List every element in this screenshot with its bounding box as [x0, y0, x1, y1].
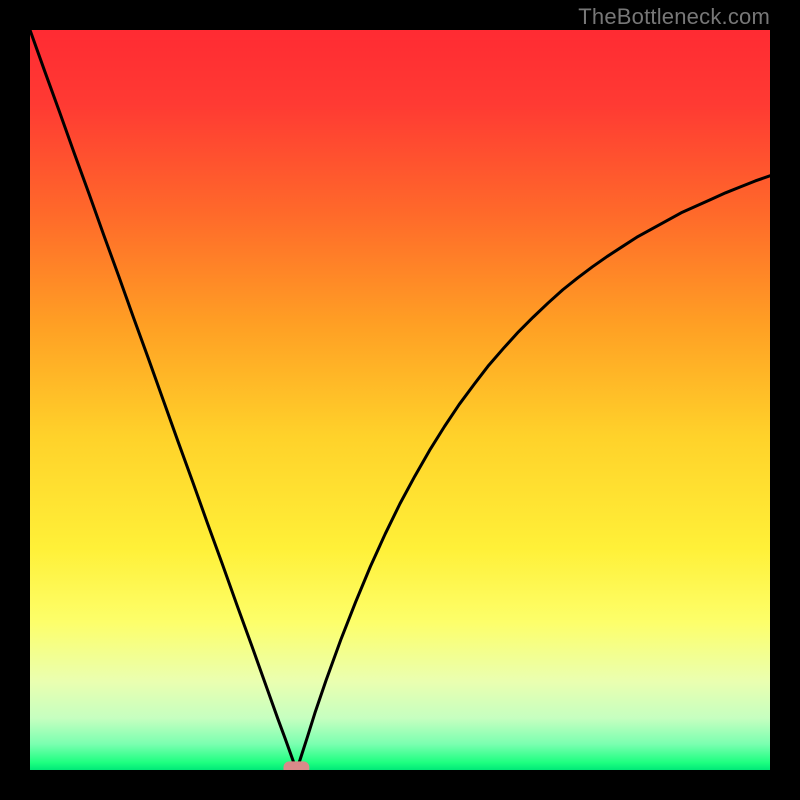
chart-svg — [30, 30, 770, 770]
gradient-background — [30, 30, 770, 770]
plot-area — [30, 30, 770, 770]
notch-marker — [283, 761, 309, 770]
watermark-text: TheBottleneck.com — [578, 4, 770, 30]
chart-container: TheBottleneck.com — [0, 0, 800, 800]
